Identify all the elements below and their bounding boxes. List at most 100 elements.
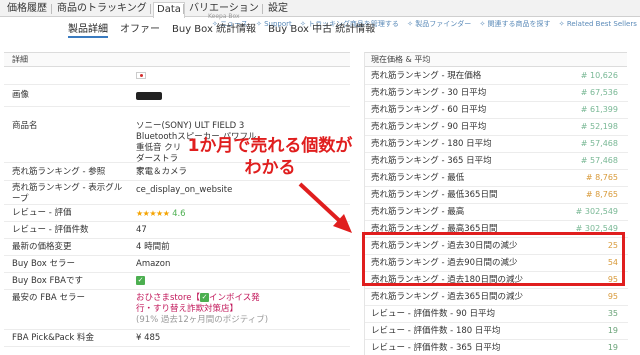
fba-seller-link[interactable]: おひさまstore【: [136, 293, 200, 303]
link-related-best-sellers[interactable]: ✧ Related Best Sellers: [559, 20, 637, 28]
checkmark-icon: ✓: [200, 293, 209, 302]
stat-row: 売れ筋ランキング - 最高 # 302,549: [365, 204, 628, 221]
review-rating-label: レビュー - 評価: [12, 208, 72, 218]
stat-value: # 57,468: [580, 156, 618, 165]
stat-row: レビュー - 評価件数 - 180 日平均 19: [365, 323, 628, 340]
detail-row-latest-price-change: 最新の価格変更 4 時間前: [4, 239, 350, 256]
tab-settings[interactable]: 設定: [265, 2, 291, 17]
stat-label: 売れ筋ランキング - 最低365日間: [371, 190, 498, 200]
stat-label: 売れ筋ランキング - 90 日平均: [371, 122, 487, 132]
rank-group-value[interactable]: ce_display_on_website: [136, 185, 350, 196]
annotation-line-1: 1か月で売れる個数が: [187, 136, 353, 156]
fba-seller-note: (91% 過去12ヶ月間のポジティブ): [136, 315, 269, 325]
detail-row-review-rating: レビュー - 評価 ★★★★★ 4.6: [4, 205, 350, 222]
stat-label: 売れ筋ランキング - 最高: [371, 207, 465, 217]
tab-tracking[interactable]: 商品のトラッキング: [54, 2, 150, 17]
product-name-label: 商品名: [12, 121, 38, 131]
buybox-seller-value: Amazon: [136, 259, 171, 269]
stat-row: レビュー - 評価件数 - 90 日平均 35: [365, 306, 628, 323]
annotation-line-2: わかる: [244, 158, 296, 178]
buybox-seller-label: Buy Box セラー: [12, 259, 75, 269]
tab-price-history[interactable]: 価格履歴: [4, 2, 50, 17]
subtab-buybox-used-stats[interactable]: Buy Box 中古 統計情報: [268, 23, 375, 36]
stat-label: 売れ筋ランキング - 現在価格: [371, 71, 482, 81]
stat-label: レビュー - 評価件数 - 90 日平均: [371, 309, 495, 319]
detail-row-buybox-seller: Buy Box セラー Amazon: [4, 256, 350, 273]
image-label: 画像: [12, 90, 30, 100]
pickpack-value: ¥ 485: [136, 333, 161, 343]
latest-price-change-label: 最新の価格変更: [12, 242, 72, 252]
stat-row: 売れ筋ランキング - 過去365日間の減少 95: [365, 289, 628, 306]
stat-label: 売れ筋ランキング - 60 日平均: [371, 105, 487, 115]
review-count-label: レビュー - 評価件数: [12, 225, 89, 235]
subtab-offers[interactable]: オファー: [120, 23, 160, 36]
stat-value: # 302,549: [575, 207, 618, 216]
details-panel: 詳細 画像 商品名 ソニー(SONY) ULT FIELD 3 Bluetoot…: [4, 52, 350, 355]
tab-separator: [262, 4, 263, 14]
stat-row: 売れ筋ランキング - 90 日平均 # 52,198: [365, 119, 628, 136]
stat-value: # 8,765: [585, 173, 618, 182]
stat-value: # 61,399: [580, 105, 618, 114]
stat-label: レビュー - 評価件数 - 365 日平均: [371, 343, 501, 353]
tab-separator: [150, 4, 151, 14]
link-product-finder[interactable]: ✧ 製品ファインダー: [407, 20, 471, 28]
stat-label: 売れ筋ランキング - 180 日平均: [371, 139, 492, 149]
review-rating-number: 4.6: [172, 209, 186, 219]
stat-row: レビュー - 評価件数 - 365 日平均 19: [365, 340, 628, 355]
stat-value: # 8,765: [585, 190, 618, 199]
stat-value: # 52,198: [580, 122, 618, 131]
link-related-products[interactable]: ✧ 関連する商品を探す: [479, 20, 550, 28]
current-price-panel: 現在価格 & 平均 売れ筋ランキング - 現在価格 # 10,626 売れ筋ランキ…: [364, 52, 628, 355]
stat-row: 売れ筋ランキング - 60 日平均 # 61,399: [365, 102, 628, 119]
latest-price-change-value: 4 時間前: [136, 242, 170, 252]
fba-seller-label: 最安の FBA セラー: [12, 293, 85, 303]
annotation-text: 1か月で売れる個数が わかる: [180, 135, 360, 179]
stat-value: 19: [607, 326, 618, 335]
buybox-fba-label: Buy Box FBAです: [12, 276, 83, 286]
review-rating-value: ★★★★★ 4.6: [136, 208, 350, 220]
stat-row: 売れ筋ランキング - 最低365日間 # 8,765: [365, 187, 628, 204]
stat-row: 売れ筋ランキング - 180 日平均 # 57,468: [365, 136, 628, 153]
detail-row-rank-group: 売れ筋ランキング - 表示グループ ce_display_on_website: [4, 181, 350, 205]
stat-row: 売れ筋ランキング - 30 日平均 # 67,536: [365, 85, 628, 102]
detail-row-image: 画像: [4, 85, 350, 107]
buybox-fba-check-icon: ✓: [136, 276, 145, 285]
rank-group-label: 売れ筋ランキング - 表示グループ: [12, 183, 123, 204]
stat-row: 売れ筋ランキング - 現在価格 # 10,626: [365, 68, 628, 85]
stat-label: レビュー - 評価件数 - 180 日平均: [371, 326, 501, 336]
subtab-buybox-stats[interactable]: Buy Box 統計情報: [172, 23, 256, 36]
detail-row-buybox-fba: Buy Box FBAです ✓: [4, 273, 350, 290]
stat-label: 売れ筋ランキング - 30 日平均: [371, 88, 487, 98]
stat-label: 売れ筋ランキング - 365 日平均: [371, 156, 492, 166]
stat-row: 売れ筋ランキング - 365 日平均 # 57,468: [365, 153, 628, 170]
japan-flag-icon: [136, 71, 350, 82]
annotation-highlight-box: [362, 232, 625, 286]
stat-label: 売れ筋ランキング - 過去365日間の減少: [371, 292, 523, 302]
pickpack-label: FBA Pick&Pack 料金: [12, 333, 95, 343]
fba-seller-value: おひさまstore【 ✓ インボイス発行・すり替え詐欺対策店】 (91% 過去12ヶ…: [136, 293, 271, 326]
tab-separator: [183, 4, 184, 14]
review-count-value: 47: [136, 225, 147, 235]
stat-value: 35: [607, 309, 618, 318]
stat-value: # 10,626: [580, 71, 618, 80]
details-panel-title: 詳細: [4, 53, 350, 67]
detail-row-country: [4, 68, 350, 85]
star-rating-icon: ★★★★★: [136, 209, 170, 218]
sub-tabs: 製品詳細 オファー Buy Box 統計情報 Buy Box 中古 統計情報: [68, 23, 387, 38]
detail-row-pickpack: FBA Pick&Pack 料金 ¥ 485: [4, 330, 350, 347]
tab-data[interactable]: Data: [153, 2, 185, 18]
stat-value: 95: [607, 292, 618, 301]
stat-value: # 57,468: [580, 139, 618, 148]
stat-label: 売れ筋ランキング - 最低: [371, 173, 465, 183]
detail-row-review-count: レビュー - 評価件数 47: [4, 222, 350, 239]
stat-value: # 67,536: [580, 88, 618, 97]
detail-row-fba-seller: 最安の FBA セラー おひさまstore【 ✓ インボイス発行・すり替え詐欺対策店…: [4, 290, 350, 330]
stat-value: 19: [607, 343, 618, 352]
stat-row: 売れ筋ランキング - 最低 # 8,765: [365, 170, 628, 187]
current-price-panel-title: 現在価格 & 平均: [365, 53, 627, 67]
product-image[interactable]: [136, 91, 350, 102]
top-tab-bar: 価格履歴 商品のトラッキング Data バリエーション 設定: [0, 0, 640, 18]
tab-separator: [51, 4, 52, 14]
rank-reference-label: 売れ筋ランキング - 参照: [12, 167, 106, 177]
subtab-product-details[interactable]: 製品詳細: [68, 23, 108, 38]
